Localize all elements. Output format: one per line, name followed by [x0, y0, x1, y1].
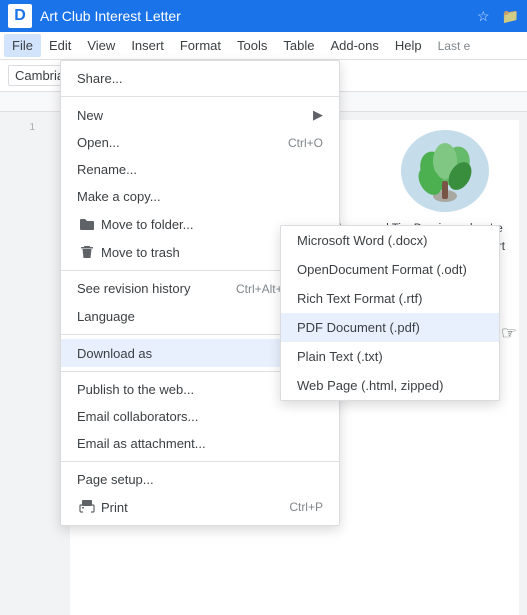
rtf-label: Rich Text Format (.rtf): [297, 291, 483, 306]
folder-icon-left: [77, 216, 97, 232]
menu-item-share[interactable]: Share...: [61, 65, 339, 92]
submenu-item-docx[interactable]: Microsoft Word (.docx): [281, 226, 499, 255]
submenu-item-rtf[interactable]: Rich Text Format (.rtf): [281, 284, 499, 313]
menu-item-help[interactable]: Help: [387, 34, 430, 57]
menu-item-make-copy[interactable]: Make a copy...: [61, 183, 339, 210]
page-margin-left: 1: [0, 122, 35, 133]
download-as-label: Download as: [77, 346, 305, 361]
menu-item-table[interactable]: Table: [275, 34, 322, 57]
menu-item-page-setup[interactable]: Page setup...: [61, 466, 339, 493]
submenu-item-odt[interactable]: OpenDocument Format (.odt): [281, 255, 499, 284]
revision-label: See revision history: [77, 281, 220, 296]
menu-bar: File Edit View Insert Format Tools Table…: [0, 32, 527, 60]
menu-item-format[interactable]: Format: [172, 34, 229, 57]
menu-item-rename[interactable]: Rename...: [61, 156, 339, 183]
menu-section-print: Page setup... Print Ctrl+P: [61, 461, 339, 525]
menu-item-view[interactable]: View: [79, 34, 123, 57]
html-label: Web Page (.html, zipped): [297, 378, 483, 393]
art-club-image: [401, 130, 489, 212]
email-collab-label: Email collaborators...: [77, 409, 323, 424]
menu-item-file[interactable]: File: [4, 34, 41, 57]
top-bar: D Art Club Interest Letter ☆ 📁: [0, 0, 527, 32]
menu-item-new[interactable]: New ▶: [61, 101, 339, 129]
print-label: Print: [101, 500, 273, 515]
menu-item-email-attach[interactable]: Email as attachment...: [61, 430, 339, 457]
pdf-label: PDF Document (.pdf): [297, 320, 483, 335]
new-arrow: ▶: [313, 107, 323, 123]
star-icon[interactable]: ☆: [477, 8, 490, 25]
menu-item-addons[interactable]: Add-ons: [322, 34, 386, 57]
print-shortcut: Ctrl+P: [289, 500, 323, 514]
menu-item-last: Last e: [430, 35, 479, 57]
open-shortcut: Ctrl+O: [288, 136, 323, 150]
page-setup-label: Page setup...: [77, 472, 323, 487]
menu-item-email-collab[interactable]: Email collaborators...: [61, 403, 339, 430]
make-copy-label: Make a copy...: [77, 189, 323, 204]
menu-item-open[interactable]: Open... Ctrl+O: [61, 129, 339, 156]
language-label: Language: [77, 309, 305, 324]
new-label: New: [77, 108, 305, 123]
app-icon: D: [8, 4, 32, 28]
plant-svg: [410, 136, 480, 206]
odt-label: OpenDocument Format (.odt): [297, 262, 483, 277]
menu-item-insert[interactable]: Insert: [123, 34, 172, 57]
download-submenu: Microsoft Word (.docx) OpenDocument Form…: [280, 225, 500, 401]
menu-item-edit[interactable]: Edit: [41, 34, 79, 57]
rename-label: Rename...: [77, 162, 323, 177]
menu-section-share: Share...: [61, 61, 339, 96]
submenu-item-txt[interactable]: Plain Text (.txt): [281, 342, 499, 371]
share-label: Share...: [77, 71, 323, 86]
txt-label: Plain Text (.txt): [297, 349, 483, 364]
email-attach-label: Email as attachment...: [77, 436, 323, 451]
menu-item-tools[interactable]: Tools: [229, 34, 275, 57]
menu-item-print[interactable]: Print Ctrl+P: [61, 493, 339, 521]
folder-icon[interactable]: 📁: [502, 8, 519, 25]
docx-label: Microsoft Word (.docx): [297, 233, 483, 248]
trash-icon-left: [77, 244, 97, 260]
submenu-item-pdf[interactable]: PDF Document (.pdf) ☞: [281, 313, 499, 342]
submenu-item-html[interactable]: Web Page (.html, zipped): [281, 371, 499, 400]
app-icon-letter: D: [14, 7, 26, 25]
print-icon-left: [77, 499, 97, 515]
open-label: Open...: [77, 135, 272, 150]
document-title: Art Club Interest Letter: [40, 8, 465, 24]
